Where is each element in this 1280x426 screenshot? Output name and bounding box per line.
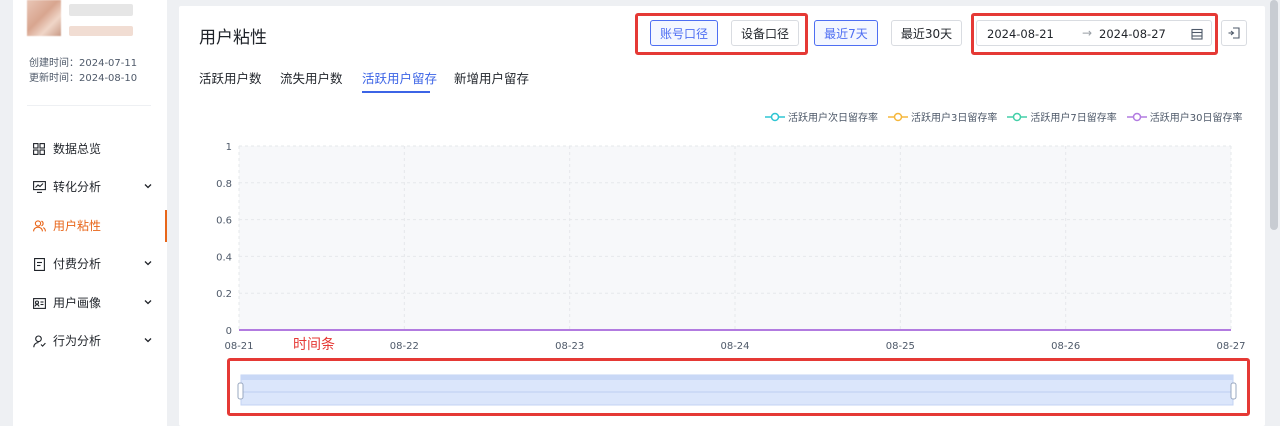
y-tick-label: 0.2 (216, 289, 232, 300)
y-tick-label: 0.8 (216, 179, 232, 190)
x-tick-label: 08-24 (720, 341, 749, 352)
highlight-date-range (971, 13, 1218, 55)
x-tick-label: 08-23 (555, 341, 584, 352)
y-tick-label: 1 (226, 142, 232, 153)
annotation-label: 时间条 (293, 337, 335, 353)
highlight-scope-buttons (635, 13, 808, 55)
y-tick-label: 0 (226, 326, 232, 337)
x-tick-label: 08-21 (224, 341, 253, 352)
x-tick-label: 08-26 (1051, 341, 1080, 352)
scrollbar-thumb[interactable] (1270, 0, 1278, 230)
highlight-time-slider (227, 358, 1250, 416)
y-tick-label: 0.4 (216, 252, 232, 263)
x-tick-label: 08-27 (1216, 341, 1245, 352)
y-tick-label: 0.6 (216, 216, 232, 227)
page-scrollbar[interactable] (1268, 0, 1280, 426)
x-tick-label: 08-22 (390, 341, 419, 352)
x-tick-label: 08-25 (886, 341, 915, 352)
